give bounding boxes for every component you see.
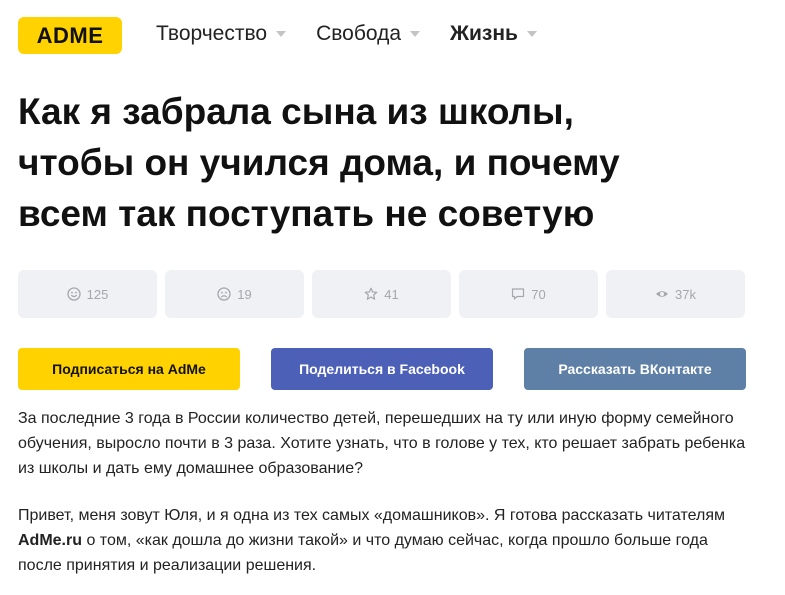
smile-icon bbox=[66, 287, 81, 301]
reaction-stats: 125 19 41 70 37k bbox=[18, 270, 753, 318]
site-link[interactable]: AdMe.ru bbox=[18, 532, 82, 549]
paragraph-line: Привет, меня зовут Юля, и я одна из тех … bbox=[18, 507, 725, 524]
adme-logo[interactable]: ADME bbox=[18, 17, 122, 54]
share-vk-button[interactable]: Рассказать ВКонтакте bbox=[524, 348, 746, 390]
favorite-button[interactable]: 41 bbox=[312, 270, 451, 318]
nav-item-label: Жизнь bbox=[450, 22, 518, 45]
paragraph-line: обучения, выросло почти в 3 раза. Хотите… bbox=[18, 435, 746, 452]
stat-count: 19 bbox=[237, 286, 252, 302]
title-line: чтобы он учился дома, и почему bbox=[18, 142, 620, 183]
paragraph-line: после принятия и реализации решения. bbox=[18, 557, 317, 574]
paragraph-line: о том, «как дошла до жизни такой» и что … bbox=[82, 532, 708, 549]
stat-count: 125 bbox=[86, 286, 109, 302]
nav-item-zhizn[interactable]: Жизнь bbox=[450, 22, 567, 46]
title-line: Как я забрала сына из школы, bbox=[18, 91, 574, 132]
article-title: Как я забрала сына из школы, чтобы он уч… bbox=[18, 86, 718, 239]
views-counter: 37k bbox=[606, 270, 745, 318]
share-facebook-button[interactable]: Поделиться в Facebook bbox=[271, 348, 493, 390]
nav-item-tvorchestvo[interactable]: Творчество bbox=[156, 22, 316, 46]
nav-item-label: Свобода bbox=[316, 22, 402, 45]
stat-count: 70 bbox=[531, 286, 546, 302]
reaction-sad-button[interactable]: 19 bbox=[165, 270, 304, 318]
site-header: ADME Творчество Свобода Жизнь bbox=[0, 0, 785, 72]
star-icon bbox=[364, 287, 378, 300]
stat-count: 37k bbox=[675, 286, 696, 302]
nav-item-label: Творчество bbox=[156, 22, 268, 45]
sad-icon bbox=[217, 287, 231, 301]
paragraph-line: За последние 3 года в России количество … bbox=[18, 410, 734, 427]
title-line: всем так поступать не советую bbox=[18, 193, 595, 234]
chevron-down-icon bbox=[410, 31, 421, 37]
subscribe-button[interactable]: Подписаться на AdMe bbox=[18, 348, 240, 390]
action-buttons: Подписаться на AdMe Поделиться в Faceboo… bbox=[18, 348, 746, 390]
chevron-down-icon bbox=[526, 31, 537, 37]
paragraph-line: из школы и дать ему домашнее образование… bbox=[18, 460, 364, 477]
reaction-smile-button[interactable]: 125 bbox=[18, 270, 157, 318]
main-nav: Творчество Свобода Жизнь bbox=[156, 22, 567, 46]
nav-item-svoboda[interactable]: Свобода bbox=[316, 22, 450, 46]
comments-button[interactable]: 70 bbox=[459, 270, 598, 318]
eye-icon bbox=[656, 291, 669, 297]
article-paragraph: Привет, меня зовут Юля, и я одна из тех … bbox=[18, 503, 758, 578]
comment-icon bbox=[512, 288, 525, 300]
chevron-down-icon bbox=[276, 31, 287, 37]
article-paragraph: За последние 3 года в России количество … bbox=[18, 406, 758, 481]
stat-count: 41 bbox=[384, 286, 399, 302]
